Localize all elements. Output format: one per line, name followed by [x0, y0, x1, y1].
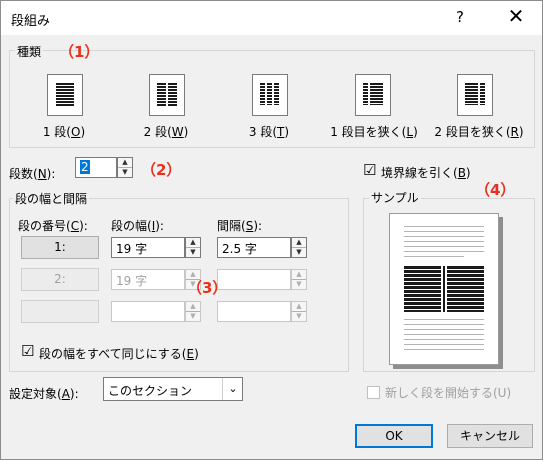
right-narrow-icon	[465, 83, 485, 105]
spacing-header: 間隔(S):	[217, 219, 263, 233]
column-1-spacing-input[interactable]: 2.5 字	[217, 237, 291, 258]
column-3-spacing-spinner[interactable]: ▲ ▼	[291, 301, 307, 322]
column-number-header: 段の番号(C):	[18, 219, 88, 233]
column-1-spacing-spinner[interactable]: ▲ ▼	[291, 237, 307, 258]
left-narrow-icon	[363, 83, 383, 105]
presets-legend: 種類	[15, 43, 44, 60]
preset-two-columns-label: 2 段(W)	[143, 125, 189, 139]
column-2-spacing-input[interactable]	[217, 269, 291, 290]
line-between-checkbox[interactable]: ☑	[363, 163, 376, 178]
column-1-width-input[interactable]: 19 字	[111, 237, 185, 258]
column-2-width-input[interactable]: 19 字	[111, 269, 185, 290]
new-column-label: 新しく段を開始する(U)	[385, 386, 512, 400]
column-3-spacing-input[interactable]	[217, 301, 291, 322]
column-1-width-spinner[interactable]: ▲ ▼	[185, 237, 201, 258]
spin-down-icon[interactable]: ▼	[292, 312, 306, 321]
preset-one-column-button[interactable]	[47, 74, 83, 116]
spin-down-icon[interactable]: ▼	[292, 280, 306, 289]
spin-up-icon[interactable]: ▲	[118, 158, 132, 168]
preset-left-narrow-label: 1 段目を狭く(L)	[330, 125, 418, 139]
column-2-spacing-spinner[interactable]: ▲ ▼	[291, 269, 307, 290]
two-columns-icon	[157, 83, 177, 106]
column-number-1-button[interactable]: 1:	[21, 236, 99, 259]
cancel-button[interactable]: キャンセル	[447, 424, 533, 448]
one-column-icon	[56, 83, 74, 106]
preset-left-narrow-button[interactable]	[355, 74, 391, 116]
sample-preview	[389, 213, 499, 365]
column-count-input[interactable]: 2	[75, 157, 117, 178]
ok-button[interactable]: OK	[355, 424, 433, 448]
spin-up-icon[interactable]: ▲	[186, 238, 200, 248]
width-spacing-legend: 段の幅と間隔	[13, 190, 90, 207]
column-3-width-input[interactable]	[111, 301, 185, 322]
apply-to-value: このセクション	[108, 384, 193, 398]
preset-three-columns-button[interactable]	[252, 74, 288, 116]
callout-1: （1）	[59, 43, 100, 61]
column-3-width-spinner[interactable]: ▲ ▼	[185, 301, 201, 322]
three-columns-icon	[260, 83, 279, 105]
columns-dialog: 段組み ? ✕ 種類 （1） 1 段(O) 2 段(W) 3 段(T) 1 段目…	[0, 0, 543, 460]
dialog-title: 段組み	[11, 14, 51, 29]
spin-up-icon[interactable]: ▲	[292, 302, 306, 312]
help-icon[interactable]: ?	[456, 8, 464, 26]
column-number-3-button[interactable]	[21, 300, 99, 323]
column-count-spinner[interactable]: ▲ ▼	[117, 157, 133, 178]
preset-two-columns-button[interactable]	[149, 74, 185, 116]
line-between-label: 境界線を引く(B)	[381, 166, 471, 180]
spin-up-icon[interactable]: ▲	[292, 270, 306, 280]
preset-right-narrow-button[interactable]	[457, 74, 493, 116]
callout-2: （2）	[141, 161, 182, 179]
chevron-down-icon[interactable]: ⌄	[222, 378, 243, 400]
column-number-2-button[interactable]: 2:	[21, 268, 99, 291]
close-icon[interactable]: ✕	[504, 4, 528, 28]
callout-4: （4）	[475, 181, 516, 199]
preset-one-column-label: 1 段(O)	[42, 125, 86, 139]
column-width-header: 段の幅(I):	[111, 219, 164, 233]
equal-width-label: 段の幅をすべて同じにする(E)	[39, 347, 199, 361]
apply-to-select[interactable]: このセクション ⌄	[103, 377, 243, 401]
apply-to-label: 設定対象(A):	[9, 387, 79, 401]
sample-legend: サンプル	[369, 189, 421, 206]
spin-down-icon[interactable]: ▼	[292, 248, 306, 257]
callout-3: （3）	[187, 279, 228, 297]
preview-page-icon	[404, 226, 484, 350]
preset-right-narrow-label: 2 段目を狭く(R)	[434, 125, 524, 139]
column-count-label: 段数(N):	[9, 167, 56, 181]
preset-three-columns-label: 3 段(T)	[248, 125, 290, 139]
spin-down-icon[interactable]: ▼	[186, 248, 200, 257]
spin-down-icon[interactable]: ▼	[186, 312, 200, 321]
spin-up-icon[interactable]: ▲	[292, 238, 306, 248]
equal-width-checkbox[interactable]: ☑	[21, 344, 34, 359]
new-column-checkbox[interactable]	[367, 386, 380, 399]
spin-up-icon[interactable]: ▲	[186, 302, 200, 312]
spin-down-icon[interactable]: ▼	[118, 168, 132, 177]
